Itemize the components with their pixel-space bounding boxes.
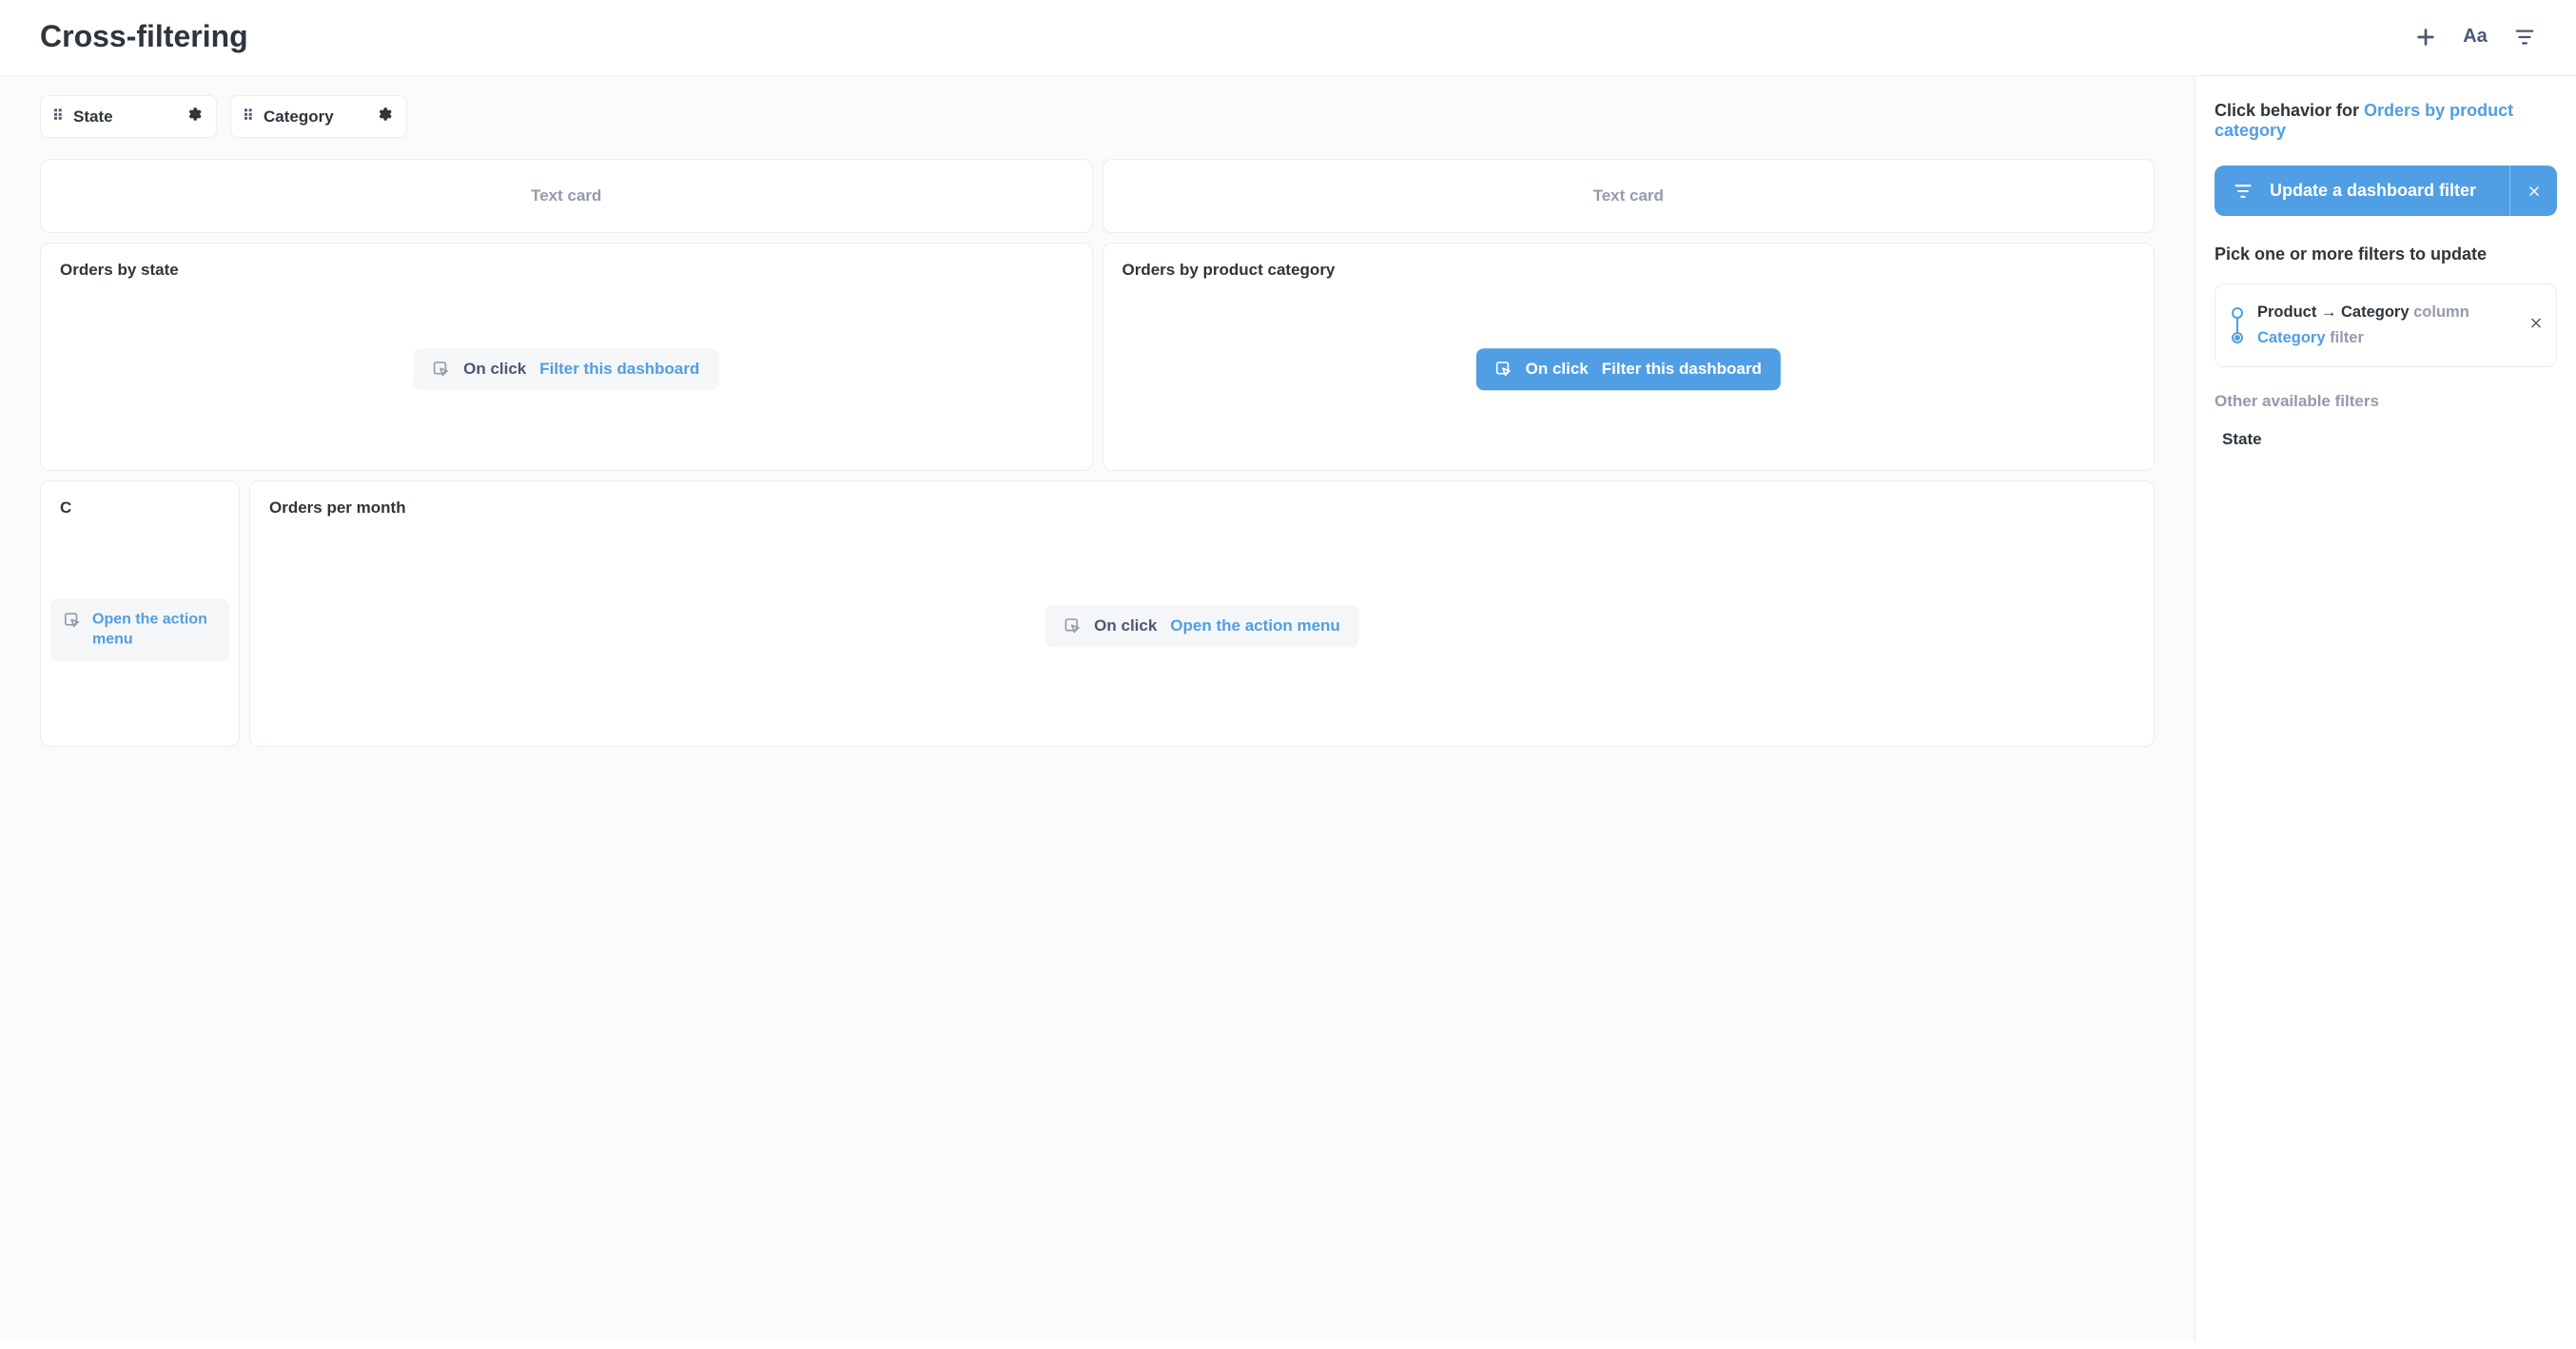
sidebar-heading: Click behavior for Orders by product cat… xyxy=(2215,101,2557,141)
card-title: Orders per month xyxy=(269,499,2135,518)
filter-pill-state[interactable]: ⠿ State xyxy=(40,95,217,138)
selected-click-action: Update a dashboard filter xyxy=(2215,166,2557,216)
selected-click-action-label: Update a dashboard filter xyxy=(2270,181,2476,201)
card-orders-per-month[interactable]: Orders per month On click Open the actio… xyxy=(249,480,2155,747)
plus-icon xyxy=(2415,27,2436,48)
click-behavior-pill[interactable]: On click Filter this dashboard xyxy=(414,348,718,390)
mapping-source: Product → Category xyxy=(2257,303,2410,321)
mapping-text: Product → Category column Category filte… xyxy=(2257,300,2469,351)
card-title: Orders by product category xyxy=(1122,261,2136,280)
other-filter-item[interactable]: State xyxy=(2215,430,2557,449)
filter-settings-button[interactable] xyxy=(376,106,393,127)
gear-icon xyxy=(376,106,393,123)
header-actions: Aa xyxy=(2414,26,2536,49)
dashboard-canvas: ⠿ State ⠿ Category xyxy=(0,76,2195,1341)
filter-label: State xyxy=(73,108,113,127)
clear-click-action-button[interactable] xyxy=(2509,166,2557,216)
card-title: C xyxy=(60,499,220,518)
filter-button[interactable] xyxy=(2513,26,2536,49)
onclick-action: Filter this dashboard xyxy=(1602,360,1762,379)
card-orders-by-state[interactable]: Orders by state On click Filter this das… xyxy=(40,243,1093,471)
click-behavior-pill-selected[interactable]: On click Filter this dashboard xyxy=(1476,348,1781,390)
text-card-placeholder: Text card xyxy=(1593,186,1664,205)
selected-click-action-main[interactable]: Update a dashboard filter xyxy=(2215,166,2509,216)
close-icon xyxy=(2529,317,2543,330)
onclick-action: Open the action menu xyxy=(92,610,216,650)
drag-handle-icon: ⠿ xyxy=(243,112,252,122)
click-behavior-sidebar: Click behavior for Orders by product cat… xyxy=(2195,76,2576,1341)
onclick-label: On click xyxy=(463,360,526,379)
remove-mapping-button[interactable] xyxy=(2529,317,2543,335)
click-behavior-pill[interactable]: On click Open the action menu xyxy=(1044,605,1359,647)
card-orders-by-category[interactable]: Orders by product category On click Filt… xyxy=(1103,243,2156,471)
close-icon xyxy=(2527,185,2541,198)
text-card[interactable]: Text card xyxy=(1103,159,2156,233)
onclick-action: Filter this dashboard xyxy=(539,360,699,379)
filter-mapping-card[interactable]: Product → Category column Category filte… xyxy=(2215,283,2557,367)
filter-icon xyxy=(2514,27,2535,48)
add-button[interactable] xyxy=(2414,26,2437,49)
filter-label: Category xyxy=(263,108,334,127)
click-icon xyxy=(433,361,450,378)
other-filters-heading: Other available filters xyxy=(2215,392,2557,411)
gear-icon xyxy=(185,106,203,123)
mapping-connector-icon xyxy=(2231,307,2244,343)
card-title: Orders by state xyxy=(60,261,1073,280)
card-c[interactable]: C Open the action menu xyxy=(40,480,240,747)
onclick-label: On click xyxy=(1526,360,1589,379)
text-card[interactable]: Text card xyxy=(40,159,1093,233)
click-icon xyxy=(1495,361,1512,378)
filter-settings-button[interactable] xyxy=(185,106,203,127)
onclick-action: Open the action menu xyxy=(1170,616,1340,635)
filter-pill-category[interactable]: ⠿ Category xyxy=(230,95,407,138)
mapping-target: Category xyxy=(2257,329,2326,346)
text-card-placeholder: Text card xyxy=(531,186,601,205)
drag-handle-icon: ⠿ xyxy=(52,112,62,122)
filter-icon xyxy=(2234,182,2253,201)
header-bar: Cross-filtering Aa xyxy=(0,0,2576,76)
click-icon xyxy=(1064,617,1081,635)
click-icon xyxy=(64,612,81,634)
mapping-target-suffix: filter xyxy=(2326,329,2364,346)
mapping-source-suffix: column xyxy=(2410,303,2469,321)
pick-filters-heading: Pick one or more filters to update xyxy=(2215,244,2557,264)
text-options-button[interactable]: Aa xyxy=(2464,26,2487,49)
onclick-label: On click xyxy=(1094,616,1157,635)
click-behavior-pill[interactable]: Open the action menu xyxy=(50,598,229,661)
page-title: Cross-filtering xyxy=(40,19,248,54)
filter-row: ⠿ State ⠿ Category xyxy=(40,95,2155,138)
sidebar-heading-prefix: Click behavior for xyxy=(2215,101,2364,120)
